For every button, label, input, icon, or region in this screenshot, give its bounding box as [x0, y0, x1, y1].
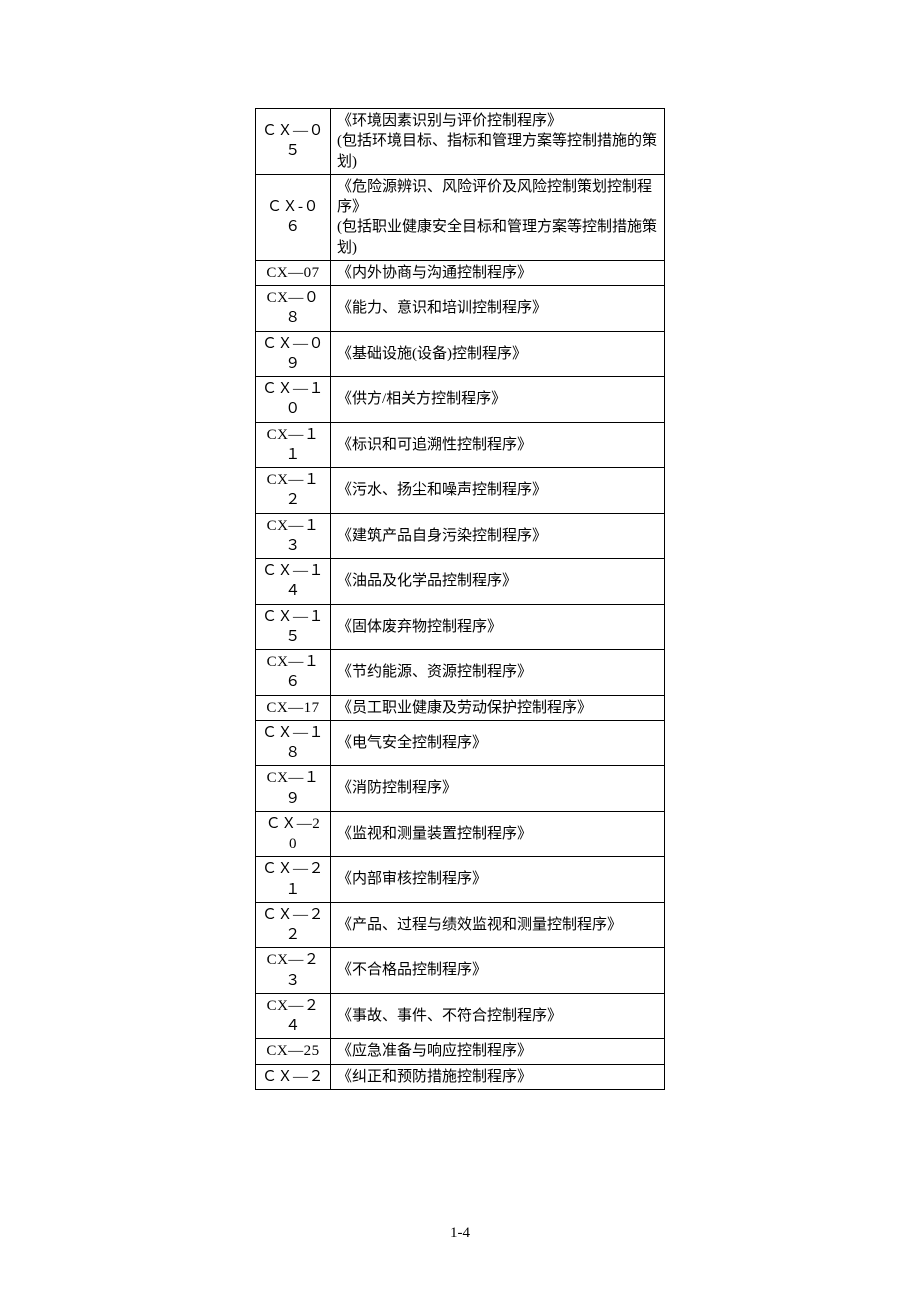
- table-row: ＣＸ—２《纠正和预防措施控制程序》: [256, 1064, 665, 1089]
- code-cell: ＣＸ—２２: [256, 902, 331, 948]
- table-row: CX—25《应急准备与响应控制程序》: [256, 1039, 665, 1064]
- desc-cell: 《环境因素识别与评价控制程序》(包括环境目标、指标和管理方案等控制措施的策划): [331, 109, 665, 175]
- code-cell: CX—17: [256, 695, 331, 720]
- desc-cell: 《供方/相关方控制程序》: [331, 377, 665, 423]
- code-cell: CX—１３: [256, 513, 331, 559]
- code-cell: ＣＸ—１５: [256, 604, 331, 650]
- code-cell: CX—１９: [256, 766, 331, 812]
- code-cell: ＣＸ—１０: [256, 377, 331, 423]
- desc-cell: 《产品、过程与绩效监视和测量控制程序》: [331, 902, 665, 948]
- code-cell: ＣＸ—20: [256, 811, 331, 857]
- procedure-table: ＣＸ—０５《环境因素识别与评价控制程序》(包括环境目标、指标和管理方案等控制措施…: [255, 108, 665, 1090]
- desc-cell: 《电气安全控制程序》: [331, 720, 665, 766]
- desc-cell: 《监视和测量装置控制程序》: [331, 811, 665, 857]
- table-row: ＣＸ—１５《固体废弃物控制程序》: [256, 604, 665, 650]
- desc-cell: 《纠正和预防措施控制程序》: [331, 1064, 665, 1089]
- code-cell: CX—２４: [256, 993, 331, 1039]
- table-row: CX—２４《事故、事件、不符合控制程序》: [256, 993, 665, 1039]
- table-row: ＣＸ—１４《油品及化学品控制程序》: [256, 559, 665, 605]
- desc-cell: 《能力、意识和培训控制程序》: [331, 286, 665, 332]
- table-row: ＣＸ—１８《电气安全控制程序》: [256, 720, 665, 766]
- table-row: CX—07《内外协商与沟通控制程序》: [256, 260, 665, 285]
- table-row: ＣＸ—20《监视和测量装置控制程序》: [256, 811, 665, 857]
- desc-cell: 《危险源辨识、风险评价及风险控制策划控制程序》(包括职业健康安全目标和管理方案等…: [331, 174, 665, 260]
- code-cell: CX—07: [256, 260, 331, 285]
- desc-cell: 《油品及化学品控制程序》: [331, 559, 665, 605]
- table-row: CX—０８《能力、意识和培训控制程序》: [256, 286, 665, 332]
- table-row: CX—１９《消防控制程序》: [256, 766, 665, 812]
- table-row: CX—１１《标识和可追溯性控制程序》: [256, 422, 665, 468]
- code-cell: CX—１１: [256, 422, 331, 468]
- desc-cell: 《污水、扬尘和噪声控制程序》: [331, 468, 665, 514]
- code-cell: CX—１２: [256, 468, 331, 514]
- desc-cell: 《节约能源、资源控制程序》: [331, 650, 665, 696]
- desc-cell: 《标识和可追溯性控制程序》: [331, 422, 665, 468]
- table-row: ＣＸ-０６《危险源辨识、风险评价及风险控制策划控制程序》(包括职业健康安全目标和…: [256, 174, 665, 260]
- table-row: CX—２３《不合格品控制程序》: [256, 948, 665, 994]
- desc-cell: 《应急准备与响应控制程序》: [331, 1039, 665, 1064]
- code-cell: CX—０８: [256, 286, 331, 332]
- desc-cell: 《内部审核控制程序》: [331, 857, 665, 903]
- code-cell: CX—１６: [256, 650, 331, 696]
- desc-cell: 《基础设施(设备)控制程序》: [331, 331, 665, 377]
- code-cell: ＣＸ-０６: [256, 174, 331, 260]
- code-cell: ＣＸ—０９: [256, 331, 331, 377]
- code-cell: ＣＸ—２: [256, 1064, 331, 1089]
- table-row: ＣＸ—２１《内部审核控制程序》: [256, 857, 665, 903]
- table-row: CX—１３《建筑产品自身污染控制程序》: [256, 513, 665, 559]
- desc-cell: 《事故、事件、不符合控制程序》: [331, 993, 665, 1039]
- code-cell: ＣＸ—０５: [256, 109, 331, 175]
- desc-cell: 《建筑产品自身污染控制程序》: [331, 513, 665, 559]
- table-row: ＣＸ—１０《供方/相关方控制程序》: [256, 377, 665, 423]
- code-cell: CX—25: [256, 1039, 331, 1064]
- table-row: CX—１６《节约能源、资源控制程序》: [256, 650, 665, 696]
- desc-cell: 《消防控制程序》: [331, 766, 665, 812]
- page-number: 1-4: [0, 1225, 920, 1242]
- table-row: CX—１２《污水、扬尘和噪声控制程序》: [256, 468, 665, 514]
- desc-cell: 《固体废弃物控制程序》: [331, 604, 665, 650]
- code-cell: ＣＸ—１４: [256, 559, 331, 605]
- table-body: ＣＸ—０５《环境因素识别与评价控制程序》(包括环境目标、指标和管理方案等控制措施…: [256, 109, 665, 1090]
- desc-cell: 《员工职业健康及劳动保护控制程序》: [331, 695, 665, 720]
- table-row: ＣＸ—０９《基础设施(设备)控制程序》: [256, 331, 665, 377]
- table-row: ＣＸ—０５《环境因素识别与评价控制程序》(包括环境目标、指标和管理方案等控制措施…: [256, 109, 665, 175]
- code-cell: ＣＸ—１８: [256, 720, 331, 766]
- code-cell: CX—２３: [256, 948, 331, 994]
- desc-cell: 《内外协商与沟通控制程序》: [331, 260, 665, 285]
- desc-cell: 《不合格品控制程序》: [331, 948, 665, 994]
- table-row: CX—17《员工职业健康及劳动保护控制程序》: [256, 695, 665, 720]
- table-row: ＣＸ—２２《产品、过程与绩效监视和测量控制程序》: [256, 902, 665, 948]
- code-cell: ＣＸ—２１: [256, 857, 331, 903]
